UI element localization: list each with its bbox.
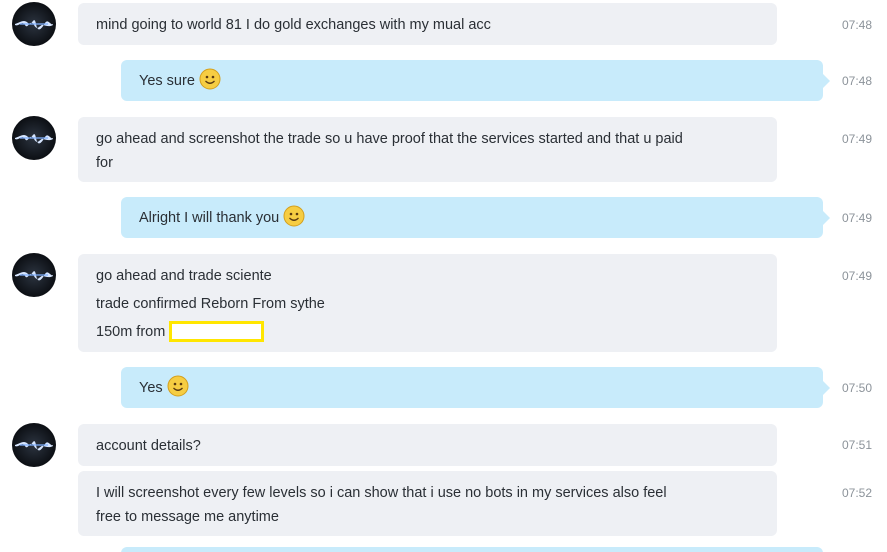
redaction-box xyxy=(169,320,265,342)
message-timestamp: 07:52 xyxy=(842,486,873,500)
message-bubble-incoming: go ahead and screenshot the trade so u h… xyxy=(78,117,777,182)
message-bubble-outgoing: Yes sure xyxy=(121,60,830,101)
message-bubble-outgoing: Alright I will thank you xyxy=(121,197,830,238)
message-bubble-incoming: mind going to world 81 I do gold exchang… xyxy=(78,3,777,45)
contact-avatar[interactable] xyxy=(12,2,56,46)
wave-avatar-icon xyxy=(15,271,53,281)
message-text: go ahead and screenshot the trade so u h… xyxy=(96,131,683,147)
message-timestamp: 07:48 xyxy=(842,18,873,32)
contact-avatar[interactable] xyxy=(12,423,56,467)
message-timestamp: 07:51 xyxy=(842,438,873,452)
message-bubble-outgoing-partial xyxy=(121,547,823,552)
wave-avatar-icon xyxy=(15,20,53,30)
message-text: Yes sure xyxy=(139,73,195,89)
message-bubble-incoming: go ahead and trade sciente trade confirm… xyxy=(78,254,777,352)
message-bubble-incoming: account details? xyxy=(78,424,777,466)
message-timestamp: 07:48 xyxy=(842,74,873,88)
wave-avatar-icon xyxy=(15,134,53,144)
message-timestamp: 07:49 xyxy=(842,211,873,225)
chat-conversation: mind going to world 81 I do gold exchang… xyxy=(0,0,887,552)
message-text: go ahead and trade sciente xyxy=(96,268,272,284)
message-text: account details? xyxy=(96,438,201,454)
message-bubble-incoming: I will screenshot every few levels so i … xyxy=(78,471,777,536)
contact-avatar[interactable] xyxy=(12,253,56,297)
message-text: Yes xyxy=(139,380,163,396)
message-timestamp: 07:49 xyxy=(842,132,873,146)
message-text: for xyxy=(96,155,113,171)
message-text: free to message me anytime xyxy=(96,509,279,525)
message-text: Alright I will thank you xyxy=(139,210,280,226)
message-text: I will screenshot every few levels so i … xyxy=(96,485,667,501)
message-timestamp: 07:50 xyxy=(842,381,873,395)
message-text: 150m from xyxy=(96,324,166,340)
message-text: trade confirmed Reborn From sythe xyxy=(96,296,325,312)
smile-emoticon-icon xyxy=(167,375,189,397)
smile-emoticon-icon xyxy=(199,68,221,90)
message-bubble-outgoing: Yes xyxy=(121,367,830,408)
message-timestamp: 07:49 xyxy=(842,269,873,283)
message-text: mind going to world 81 I do gold exchang… xyxy=(96,17,491,33)
smile-emoticon-icon xyxy=(283,205,305,227)
contact-avatar[interactable] xyxy=(12,116,56,160)
wave-avatar-icon xyxy=(15,441,53,451)
